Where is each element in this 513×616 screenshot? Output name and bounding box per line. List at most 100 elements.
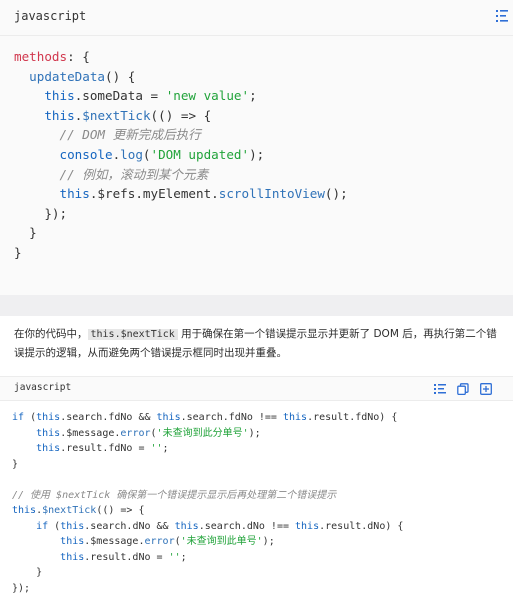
code-line: if (this.search.fdNo && this.search.fdNo… — [12, 410, 403, 426]
code-token: this — [295, 520, 320, 532]
code-line: this.$message.error('未查询到此分单号'); — [12, 426, 403, 442]
code-line: // DOM 更新完成后执行 — [14, 125, 348, 145]
code-token: } — [14, 225, 37, 241]
code-line: this.$refs.myElement.scrollIntoView(); — [14, 184, 348, 204]
code-block-2-header: javascript — [0, 376, 513, 401]
code-line: // 例如，滚动到某个元素 — [14, 165, 348, 185]
code-token: }); — [14, 205, 68, 221]
code-line: } — [12, 457, 403, 473]
code-token: this — [36, 427, 61, 439]
code-line: } — [14, 243, 348, 263]
code-token: () { — [105, 68, 136, 84]
code-line: this.result.dNo = ''; — [12, 550, 403, 566]
code-token: // DOM 更新完成后执行 — [59, 127, 201, 143]
divider — [0, 295, 513, 316]
copy-icon[interactable] — [457, 383, 469, 395]
code-token: ); — [248, 427, 261, 439]
code-token: .result.dNo = — [84, 551, 169, 563]
code-line: this.$message.error('未查询到此单号'); — [12, 534, 403, 550]
code-token: this — [60, 520, 85, 532]
code-token: .result.fdNo = — [60, 443, 151, 454]
code-token: '' — [150, 443, 163, 454]
code-token: this — [174, 520, 199, 532]
code-line: this.someData = 'new value'; — [14, 86, 348, 106]
code-token: this — [59, 186, 90, 202]
code-token: .search.fdNo !== — [180, 412, 283, 423]
code-token: .search.dNo && — [84, 520, 175, 532]
code-token: if — [12, 412, 25, 423]
code-line: } — [12, 565, 403, 581]
code-line: updateData() { — [14, 67, 348, 87]
paragraph-text-before: 在你的代码中， — [14, 328, 88, 340]
code-token: ; — [180, 551, 187, 563]
code-line: // 使用 $nextTick 确保第一个错误提示显示后再处理第二个错误提示 — [12, 488, 403, 504]
code-block-1: javascript methods: { updateData() { thi… — [0, 0, 513, 295]
code-token: ; — [162, 443, 169, 454]
code-token: this — [44, 88, 75, 104]
code-token: console — [59, 146, 113, 162]
code-token: this — [156, 412, 181, 423]
code-token: error — [120, 427, 151, 439]
wrap-lines-icon[interactable] — [434, 383, 446, 395]
code-token: this — [60, 536, 85, 547]
code-token: '未查询到此单号' — [180, 536, 263, 547]
code-line: ​ — [12, 472, 403, 488]
wrap-lines-icon[interactable] — [496, 9, 508, 23]
code-token: : { — [67, 49, 90, 64]
explanation-paragraph: 在你的代码中， this.$nextTick 用于确保在第一个错误提示显示并更新了… — [14, 325, 502, 363]
code-block-1-header: javascript — [0, 0, 513, 36]
code-token: ); — [262, 536, 275, 547]
code-token: .search.fdNo && — [60, 412, 157, 423]
code-token: .result.fdNo) { — [307, 412, 398, 423]
code-token: if — [36, 520, 49, 532]
code-token: $nextTick — [42, 505, 97, 516]
code-language-label: javascript — [14, 382, 72, 393]
code-token: $nextTick — [82, 107, 151, 123]
code-token: error — [144, 536, 175, 547]
code-token: '未查询到此分单号' — [156, 427, 249, 439]
code-token: (); — [324, 186, 348, 202]
expand-icon[interactable] — [480, 383, 492, 395]
code-token: ( — [48, 520, 61, 532]
code-line: methods: { — [14, 47, 348, 67]
code-token: .$message. — [84, 536, 145, 547]
code-line: if (this.search.dNo && this.search.dNo !… — [12, 519, 403, 535]
code-token: .result.dNo) { — [319, 520, 404, 532]
code-token: (() => { — [96, 505, 145, 516]
code-line: console.log('DOM updated'); — [14, 145, 348, 165]
code-token: this — [282, 412, 308, 423]
code-token: } — [12, 458, 19, 470]
code-token: this — [44, 107, 75, 123]
code-token: this — [60, 551, 85, 563]
code-token: this — [36, 412, 61, 423]
code-token: // 使用 $nextTick 确保第一个错误提示显示后再处理第二个错误提示 — [12, 489, 337, 501]
code-token: // 例如，滚动到某个元素 — [59, 166, 209, 182]
inline-code: this.$nextTick — [87, 329, 178, 340]
code-token: (() => { — [150, 107, 212, 123]
code-line: } — [14, 223, 348, 243]
code-token: this — [12, 505, 37, 516]
code-token: .$message. — [60, 427, 121, 439]
code-token: }); — [12, 582, 31, 594]
code-content: if (this.search.fdNo && this.search.fdNo… — [12, 410, 403, 596]
code-token: this — [36, 443, 61, 454]
code-token: ; — [249, 88, 257, 104]
code-token: } — [12, 567, 43, 578]
code-line: this.$nextTick(() => { — [14, 106, 348, 126]
code-token: updateData — [29, 68, 105, 84]
code-token: } — [14, 244, 22, 260]
code-content: methods: { updateData() { this.someData … — [14, 47, 348, 263]
code-token: .someData = — [74, 88, 166, 104]
code-token: '' — [168, 551, 181, 563]
